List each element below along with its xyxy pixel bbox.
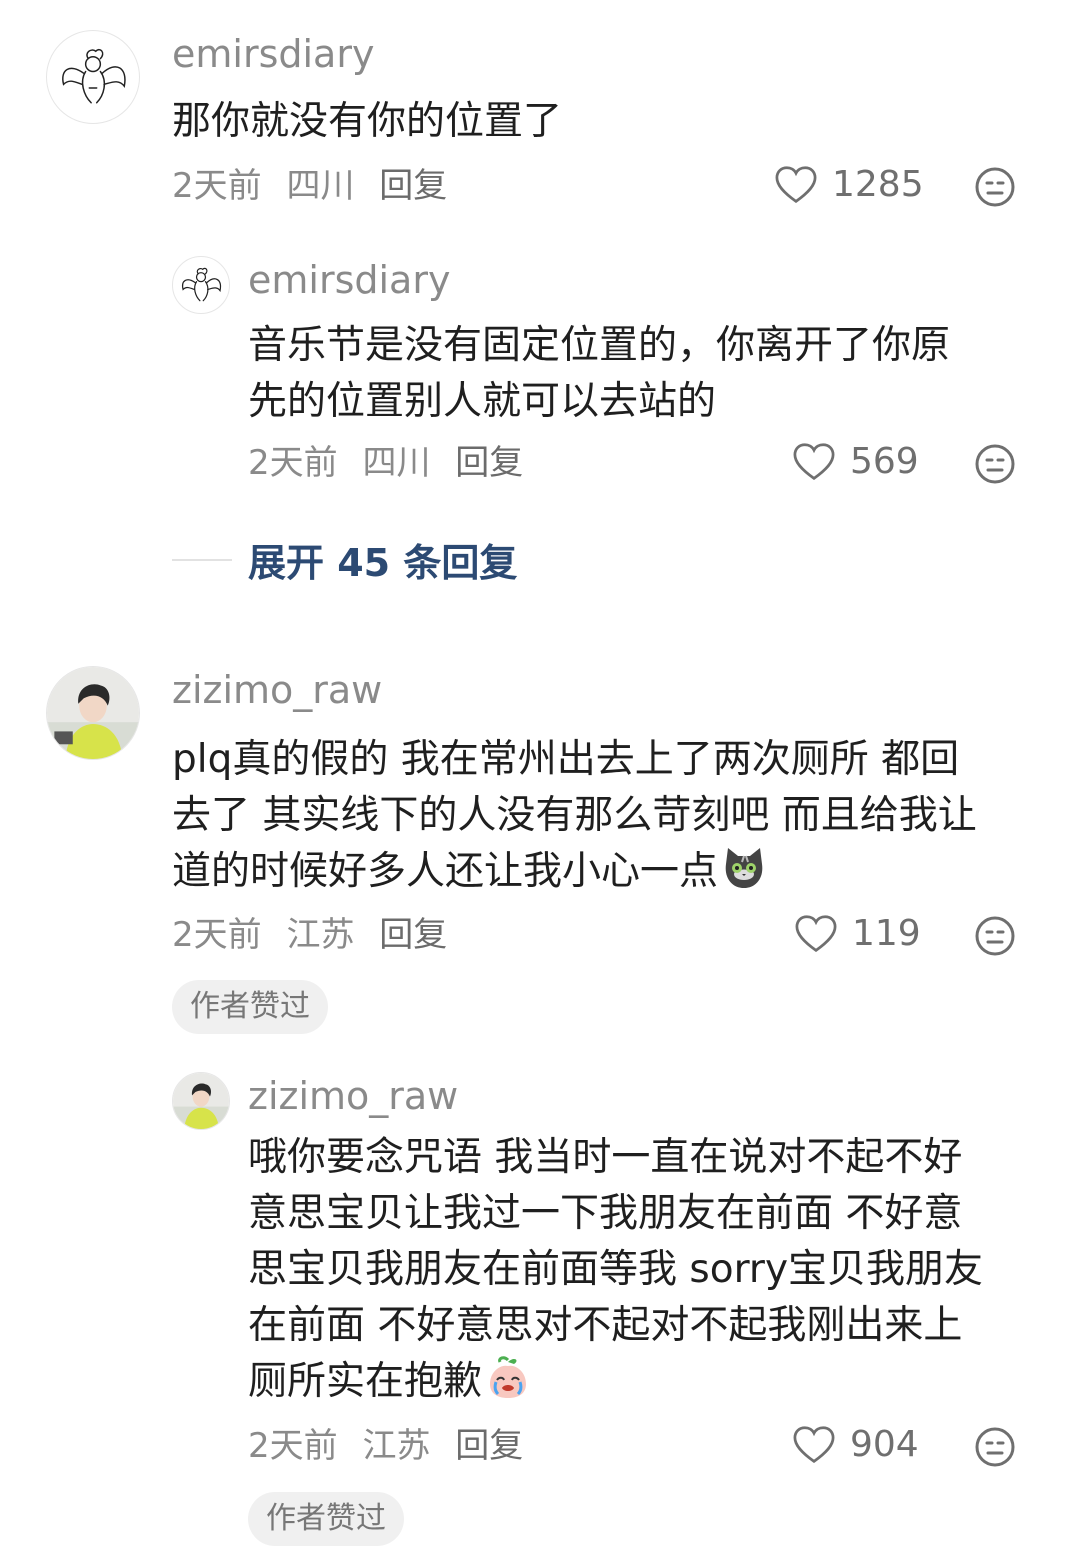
reply-button[interactable]: 回复 (379, 166, 447, 206)
comment-item: zizimo_raw plq真的假的 我在常州出去上了两次厕所 都回 去了 其实… (0, 620, 1080, 1560)
avatar[interactable] (172, 1072, 230, 1130)
comment-text-body: plq真的假的 我在常州出去上了两次厕所 都回 去了 其实线下的人没有那么苛刻吧… (172, 737, 977, 894)
divider-line (172, 558, 232, 561)
author-liked-badge: 作者赞过 (172, 980, 328, 1034)
comment-item: emirsdiary 那你就没有你的位置了 2天前 四川 回复 1285 emi… (0, 0, 1080, 620)
expand-replies-label: 展开 45 条回复 (248, 541, 518, 585)
like-count: 1285 (832, 164, 924, 205)
reply-text-body: 哦你要念咒语 我当时一直在说对不起不好 意思宝贝让我过一下我朋友在前面 不好意 … (248, 1135, 984, 1404)
reply-location: 四川 (362, 443, 431, 483)
comment-meta: 2天前 四川 回复 (172, 164, 461, 208)
comment-meta: 2天前 江苏 回复 (172, 913, 461, 957)
expand-replies-button[interactable]: 展开 45 条回复 (172, 532, 517, 587)
comment-location: 四川 (286, 166, 355, 206)
comment-text: plq真的假的 我在常州出去上了两次厕所 都回 去了 其实线下的人没有那么苛刻吧… (172, 732, 1052, 900)
neutral-face-icon[interactable] (974, 166, 1016, 208)
like-count: 904 (850, 1424, 919, 1465)
like-button[interactable]: 119 (794, 913, 921, 954)
like-button[interactable]: 569 (792, 441, 919, 482)
comment-time: 2天前 (172, 915, 262, 955)
cat-face-emoji (720, 844, 768, 892)
comment-username[interactable]: emirsdiary (172, 30, 374, 78)
heart-outline-icon (793, 1425, 835, 1463)
person-photo-avatar-icon (47, 667, 139, 759)
reply-button[interactable]: 回复 (379, 915, 447, 955)
reply-meta: 2天前 江苏 回复 (248, 1424, 537, 1468)
avatar[interactable] (46, 666, 140, 760)
comment-time: 2天前 (172, 166, 262, 206)
heart-outline-icon (793, 442, 835, 480)
comment-username[interactable]: zizimo_raw (172, 666, 382, 714)
reply-button[interactable]: 回复 (455, 443, 523, 483)
reply-text: 哦你要念咒语 我当时一直在说对不起不好 意思宝贝让我过一下我朋友在前面 不好意 … (248, 1130, 1048, 1410)
reply-username[interactable]: zizimo_raw (248, 1072, 458, 1120)
comment-text: 那你就没有你的位置了 (172, 99, 563, 144)
reply-username[interactable]: emirsdiary (248, 256, 450, 304)
like-button[interactable]: 904 (792, 1424, 919, 1465)
crying-peach-emoji (484, 1354, 532, 1402)
neutral-face-icon[interactable] (974, 1426, 1016, 1468)
comment-location: 江苏 (286, 915, 355, 955)
author-liked-badge: 作者赞过 (248, 1492, 404, 1546)
reply-location: 江苏 (362, 1426, 431, 1466)
heart-outline-icon (795, 914, 837, 952)
reply-time: 2天前 (248, 443, 338, 483)
heart-outline-icon (775, 165, 817, 203)
like-count: 569 (850, 441, 919, 482)
like-button[interactable]: 1285 (774, 164, 924, 205)
neutral-face-icon[interactable] (974, 443, 1016, 485)
person-photo-avatar-icon (173, 1073, 229, 1129)
reply-text: 音乐节是没有固定位置的，你离开了你原 先的位置别人就可以去站的 (248, 323, 951, 424)
reply-time: 2天前 (248, 1426, 338, 1466)
avatar[interactable] (172, 256, 230, 314)
avatar[interactable] (46, 30, 140, 124)
like-count: 119 (852, 913, 921, 954)
reply-button[interactable]: 回复 (455, 1426, 523, 1466)
reply-meta: 2天前 四川 回复 (248, 441, 537, 485)
angel-sketch-avatar-icon (62, 48, 126, 104)
angel-sketch-avatar-icon (182, 267, 222, 302)
neutral-face-icon[interactable] (974, 915, 1016, 957)
